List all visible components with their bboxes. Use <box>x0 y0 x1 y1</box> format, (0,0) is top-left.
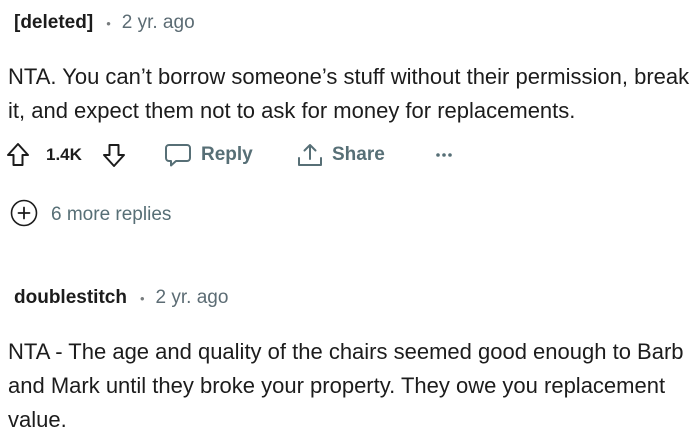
comment-actions: 1.4K Reply Share <box>6 137 476 173</box>
more-replies-label: 6 more replies <box>51 204 172 225</box>
meta-separator: • <box>106 15 111 31</box>
more-options-button[interactable] <box>432 137 456 173</box>
comment-timestamp[interactable]: 2 yr. ago <box>122 12 195 34</box>
share-label: Share <box>332 144 385 165</box>
share-icon <box>296 142 324 168</box>
reply-button[interactable]: Reply <box>164 137 253 173</box>
downvote-button[interactable] <box>102 137 126 173</box>
more-replies-button[interactable]: 6 more replies <box>10 199 172 232</box>
comment-timestamp[interactable]: 2 yr. ago <box>156 287 229 309</box>
upvote-button[interactable] <box>6 137 30 173</box>
meta-separator: • <box>139 290 145 306</box>
plus-circle-icon <box>10 199 38 232</box>
vote-count: 1.4K <box>46 145 82 164</box>
speech-bubble-icon <box>164 142 192 168</box>
share-button[interactable]: Share <box>296 137 385 173</box>
comment-author[interactable]: [deleted] <box>14 12 93 34</box>
overflow-menu-icon <box>432 150 456 160</box>
comment-body: NTA. You can’t borrow someone’s stuff wi… <box>8 64 690 123</box>
comment-author[interactable]: doublestitch <box>14 287 127 309</box>
reply-label: Reply <box>201 144 253 165</box>
vote-score: 1.4K <box>46 137 82 173</box>
upvote-arrow-icon <box>6 142 30 168</box>
comment-2-meta: doublestitch • 2 yr. ago <box>14 287 228 309</box>
downvote-arrow-icon <box>102 142 126 168</box>
comment-1-meta: [deleted] • 2 yr. ago <box>14 12 195 34</box>
comment-body: NTA - The age and quality of the chairs … <box>8 339 684 432</box>
